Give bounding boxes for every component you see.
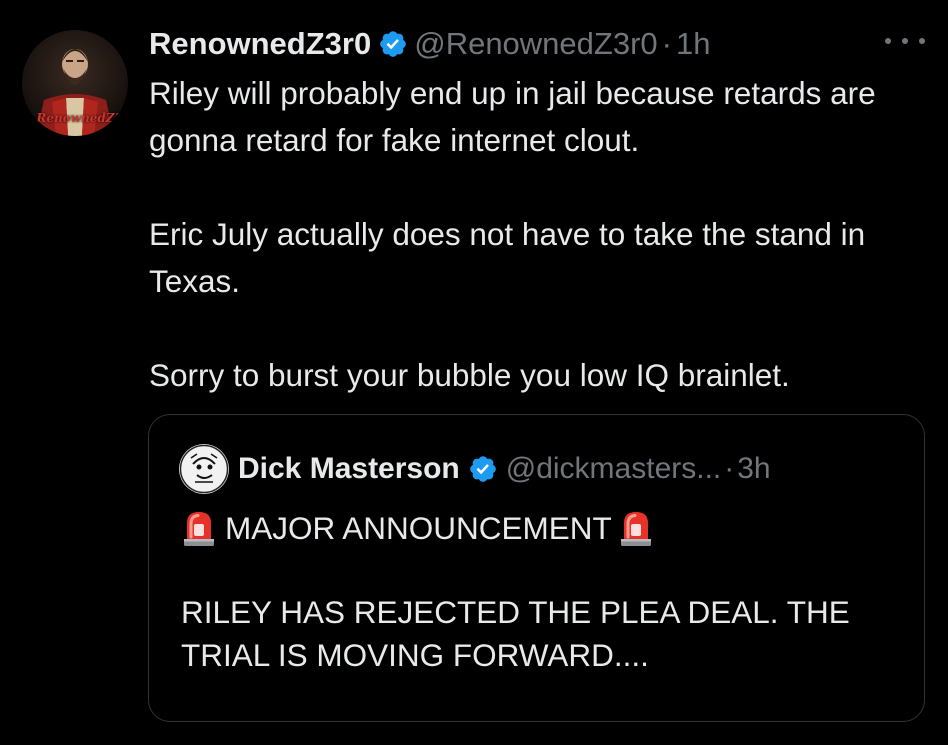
tweet-header: RenownedZ3r0 @RenownedZ3r0 · 1h <box>149 22 710 66</box>
quoted-author-avatar[interactable] <box>179 444 229 494</box>
police-siren-icon <box>618 509 654 547</box>
tweet-paragraph: Eric July actually does not have to take… <box>149 216 866 299</box>
quoted-tweet-paragraph: RILEY HAS REJECTED THE PLEA DEAL. THE TR… <box>181 594 850 673</box>
quoted-tweet-header: Dick Masterson @dickmasters... · 3h <box>179 444 771 494</box>
quoted-author-handle[interactable]: @dickmasters... <box>506 452 722 486</box>
verified-badge-icon <box>468 454 498 484</box>
quoted-tweet-text: MAJOR ANNOUNCEMENT RILEY HAS REJECTED TH… <box>181 505 911 677</box>
quoted-tweet-timestamp[interactable]: 3h <box>737 452 770 486</box>
announcement-text: MAJOR ANNOUNCEMENT <box>225 509 612 546</box>
tweet-timestamp[interactable]: 1h <box>676 26 710 62</box>
tweet-text: Riley will probably end up in jail becau… <box>149 70 934 399</box>
author-display-name[interactable]: RenownedZ3r0 <box>149 26 371 62</box>
quoted-author-display-name[interactable]: Dick Masterson <box>238 452 460 486</box>
author-handle[interactable]: @RenownedZ3r0 <box>414 26 657 62</box>
announcement-line: MAJOR ANNOUNCEMENT <box>181 505 911 551</box>
quoted-tweet[interactable]: Dick Masterson @dickmasters... · 3h MAJO… <box>148 414 925 722</box>
verified-badge-icon <box>378 29 408 59</box>
quoted-header-separator: · <box>724 452 735 485</box>
avatar-caption: RenownedZ3r0 <box>36 111 128 125</box>
police-siren-icon <box>181 509 217 547</box>
author-avatar[interactable]: RenownedZ3r0 <box>22 30 128 136</box>
tweet-paragraph: Sorry to burst your bubble you low IQ br… <box>149 357 790 393</box>
header-separator: · <box>661 26 672 61</box>
more-horizontal-icon[interactable] <box>885 30 925 52</box>
tweet[interactable]: RenownedZ3r0 RenownedZ3r0 @RenownedZ3r0 … <box>0 0 948 745</box>
tweet-paragraph: Riley will probably end up in jail becau… <box>149 75 876 158</box>
